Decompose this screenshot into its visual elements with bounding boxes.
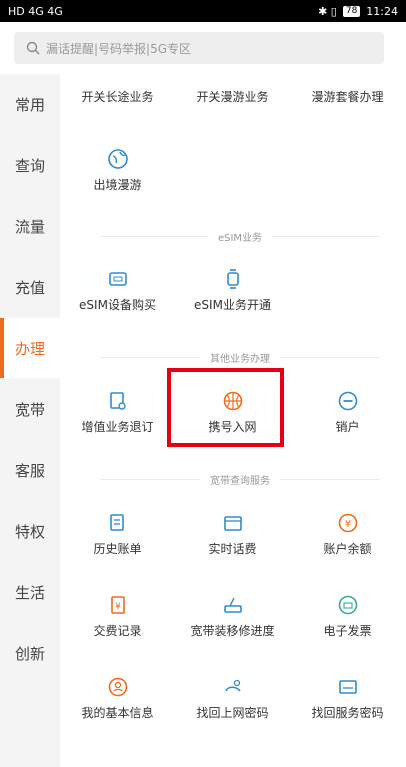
calendar-icon xyxy=(223,516,242,531)
watch-icon xyxy=(226,269,239,289)
sidebar: 常用 查询 流量 充值 办理 宽带 客服 特权 生活 创新 xyxy=(0,74,60,767)
sidebar-item-chongzhi[interactable]: 充值 xyxy=(0,257,60,317)
section-other: 其他业务办理 xyxy=(100,350,380,365)
cancel-account-button[interactable]: 销户 xyxy=(290,390,405,435)
bluetooth-icon: ✱ ▯ xyxy=(318,4,337,18)
sim-card-icon xyxy=(108,272,127,286)
outbound-roaming-button[interactable]: 出境漫游 xyxy=(60,148,175,193)
password-card-icon xyxy=(338,680,357,694)
account-balance-button[interactable]: ¥ 账户余额 xyxy=(290,512,405,557)
sidebar-item-shenghuo[interactable]: 生活 xyxy=(0,562,60,622)
globe-icon xyxy=(107,149,128,169)
history-bill-button[interactable]: 历史账单 xyxy=(60,512,175,557)
search-icon xyxy=(26,41,40,55)
sidebar-item-kefu[interactable]: 客服 xyxy=(0,440,60,500)
battery-icon: 78 xyxy=(342,5,361,17)
clock: 11:24 xyxy=(366,4,398,18)
coin-icon: ¥ xyxy=(338,513,357,533)
search-bar[interactable]: 漏话提醒|号码举报|5G专区 xyxy=(14,32,384,64)
broadband-progress-button[interactable]: 宽带装移修进度 xyxy=(175,594,290,639)
realtime-charge-button[interactable]: 实时话费 xyxy=(175,512,290,557)
sidebar-item-banli[interactable]: 办理 xyxy=(0,318,60,378)
svg-text:¥: ¥ xyxy=(344,519,350,530)
broadband-row-3: 我的基本信息 找回上网密码 找回服务密码 xyxy=(60,676,406,736)
esim-row: eSIM设备购买 eSIM业务开通 xyxy=(60,268,406,328)
sidebar-item-changyong[interactable]: 常用 xyxy=(0,74,60,134)
recover-service-password-button[interactable]: 找回服务密码 xyxy=(290,676,405,721)
toggle-roaming-button[interactable]: 开关漫游业务 xyxy=(175,88,290,105)
search-placeholder: 漏话提醒|号码举报|5G专区 xyxy=(46,41,192,56)
broadband-row-1: 历史账单 实时话费 ¥ 账户余额 xyxy=(60,512,406,572)
recover-net-password-button[interactable]: 找回上网密码 xyxy=(175,676,290,721)
unsubscribe-vas-button[interactable]: 增值业务退订 xyxy=(60,390,175,435)
payment-record-button[interactable]: ¥ 交费记录 xyxy=(60,594,175,639)
status-right: ✱ ▯ 78 11:24 xyxy=(318,5,398,18)
toggle-longdistance-button[interactable]: 开关长途业务 xyxy=(60,88,175,105)
router-icon xyxy=(223,597,242,613)
roaming-package-button[interactable]: 漫游套餐办理 xyxy=(290,88,405,105)
sidebar-item-kuandai[interactable]: 宽带 xyxy=(0,379,60,439)
broadband-row-2: ¥ 交费记录 宽带装移修进度 电子发票 xyxy=(60,594,406,654)
minus-circle-icon xyxy=(338,391,357,411)
sidebar-item-chaxun[interactable]: 查询 xyxy=(0,135,60,195)
highlight-box xyxy=(167,368,284,447)
sidebar-item-tequan[interactable]: 特权 xyxy=(0,501,60,561)
document-icon xyxy=(109,392,126,410)
section-broadband: 宽带查询服务 xyxy=(100,472,380,487)
key-icon xyxy=(224,679,241,692)
roaming-row: 出境漫游 xyxy=(60,148,406,208)
status-bar: HD 4G 4G ✱ ▯ 78 11:24 xyxy=(0,0,406,22)
invoice-icon xyxy=(338,595,357,615)
top-row: 开关长途业务 开关漫游业务 漫游套餐办理 xyxy=(60,88,406,148)
bill-icon xyxy=(109,514,124,531)
receipt-icon: ¥ xyxy=(110,596,125,614)
section-esim: eSIM业务 xyxy=(100,229,381,244)
esim-device-purchase-button[interactable]: eSIM设备购买 xyxy=(60,268,175,313)
basic-info-button[interactable]: 我的基本信息 xyxy=(60,676,175,721)
sidebar-item-liuliang[interactable]: 流量 xyxy=(0,196,60,256)
esim-activate-button[interactable]: eSIM业务开通 xyxy=(175,268,290,313)
signal-info: HD 4G 4G xyxy=(8,4,63,18)
user-icon xyxy=(108,677,127,697)
e-invoice-button[interactable]: 电子发票 xyxy=(290,594,405,639)
svg-text:¥: ¥ xyxy=(115,602,121,612)
sidebar-item-chuangxin[interactable]: 创新 xyxy=(0,623,60,683)
